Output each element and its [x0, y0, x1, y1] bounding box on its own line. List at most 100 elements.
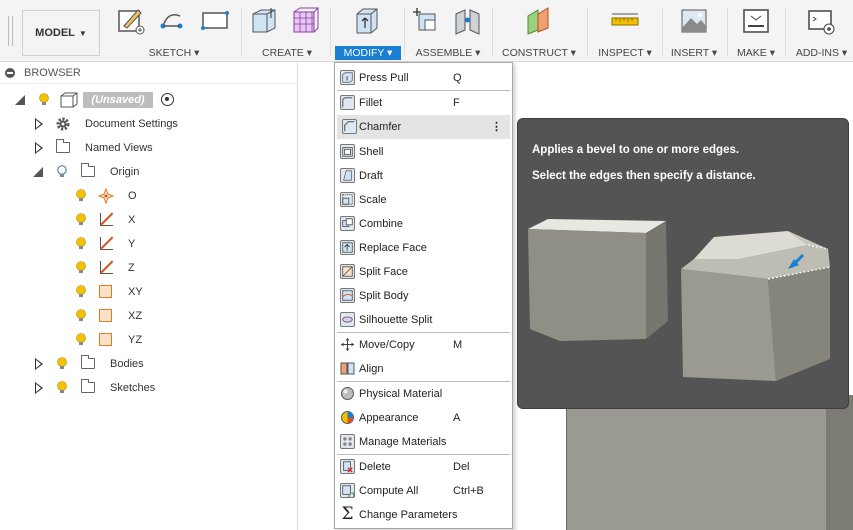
- browser-item-origin-point[interactable]: O: [0, 184, 298, 208]
- toolbar-grip[interactable]: [8, 16, 13, 46]
- browser-item-xz-plane[interactable]: XZ: [0, 304, 298, 328]
- line-icon[interactable]: [158, 6, 188, 36]
- menu-item-label: Align: [359, 363, 384, 375]
- visibility-bulb-icon[interactable]: [76, 309, 86, 322]
- toolbar-group-inspect[interactable]: INSPECT ▾: [592, 0, 658, 62]
- press-pull-icon[interactable]: [353, 6, 383, 36]
- toolbar-divider: [727, 8, 728, 56]
- expand-toggle-icon[interactable]: [35, 358, 43, 370]
- browser-header[interactable]: BROWSER: [0, 62, 297, 84]
- visibility-bulb-icon[interactable]: [57, 357, 67, 370]
- new-component-icon[interactable]: [411, 6, 441, 36]
- browser-item-named-views[interactable]: Named Views: [0, 136, 298, 160]
- expand-toggle-icon[interactable]: [33, 167, 43, 177]
- browser-item-xy-plane[interactable]: XY: [0, 280, 298, 304]
- browser-title: BROWSER: [24, 67, 81, 79]
- menu-item-combine[interactable]: Combine: [335, 212, 512, 236]
- menu-item-split-body[interactable]: Split Body: [335, 284, 512, 308]
- menu-item-align[interactable]: Align: [335, 357, 512, 381]
- toolbar-group-construct[interactable]: CONSTRUCT ▾: [498, 0, 580, 62]
- menu-item-chamfer[interactable]: Chamfer ⋮: [337, 115, 510, 139]
- menu-item-replace-face[interactable]: Replace Face: [335, 236, 512, 260]
- rectangle-icon[interactable]: [200, 6, 230, 36]
- measure-icon[interactable]: [610, 6, 640, 36]
- browser-item-x-axis[interactable]: X: [0, 208, 298, 232]
- menu-item-shell[interactable]: Shell: [335, 140, 512, 164]
- expand-toggle-icon[interactable]: [35, 118, 43, 130]
- visibility-bulb-icon[interactable]: [76, 261, 86, 274]
- menu-item-split-face[interactable]: Split Face: [335, 260, 512, 284]
- menu-item-label: Draft: [359, 170, 383, 182]
- menu-item-draft[interactable]: Draft: [335, 164, 512, 188]
- workspace-switcher[interactable]: MODEL ▼: [22, 10, 100, 56]
- visibility-bulb-icon[interactable]: [76, 237, 86, 250]
- physical-material-icon: [341, 387, 354, 400]
- visibility-bulb-icon[interactable]: [76, 189, 86, 202]
- menu-item-press-pull[interactable]: Press Pull Q: [335, 66, 512, 90]
- browser-item-label: Origin: [110, 166, 140, 178]
- folder-icon: [81, 163, 95, 177]
- split-body-icon: [340, 288, 355, 303]
- browser-item-bodies[interactable]: Bodies: [0, 352, 298, 376]
- visibility-bulb-icon[interactable]: [76, 333, 86, 346]
- menu-item-scale[interactable]: Scale: [335, 188, 512, 212]
- menu-item-label: Split Face: [359, 266, 408, 278]
- more-options-icon[interactable]: ⋮: [491, 115, 502, 139]
- menu-item-physical-material[interactable]: Physical Material: [335, 382, 512, 406]
- browser-item-y-axis[interactable]: Y: [0, 232, 298, 256]
- create-sketch-icon[interactable]: [116, 6, 146, 36]
- visibility-bulb-off-icon[interactable]: [57, 165, 67, 178]
- toolbar-group-sketch[interactable]: SKETCH ▾: [112, 0, 236, 62]
- toolbar-group-create[interactable]: CREATE ▾: [246, 0, 328, 62]
- menu-item-shortcut: A: [453, 412, 461, 424]
- visibility-bulb-icon[interactable]: [39, 93, 49, 106]
- browser-item-document-settings[interactable]: Document Settings: [0, 112, 298, 136]
- menu-item-appearance[interactable]: Appearance A: [335, 406, 512, 430]
- plane-icon: [99, 333, 112, 346]
- browser-item-z-axis[interactable]: Z: [0, 256, 298, 280]
- toolbar-group-create-label: CREATE ▾: [262, 47, 312, 59]
- pattern-icon[interactable]: [290, 6, 320, 36]
- menu-item-change-parameters[interactable]: Σ Change Parameters: [335, 503, 512, 527]
- menu-item-fillet[interactable]: Fillet F: [335, 91, 512, 115]
- toolbar-group-addins-label: ADD-INS ▾: [795, 47, 848, 59]
- toolbar-group-insert[interactable]: INSERT ▾: [666, 0, 722, 62]
- visibility-bulb-icon[interactable]: [57, 381, 67, 394]
- menu-item-delete[interactable]: Delete Del: [335, 455, 512, 479]
- model-body-front-face[interactable]: [566, 395, 826, 530]
- toolbar-group-make[interactable]: MAKE ▾: [731, 0, 781, 62]
- browser-root-row[interactable]: (Unsaved): [0, 88, 298, 112]
- browser-item-label: XY: [128, 286, 143, 298]
- menu-item-silhouette-split[interactable]: Silhouette Split: [335, 308, 512, 332]
- menu-item-manage-materials[interactable]: Manage Materials: [335, 430, 512, 454]
- toolbar-group-assemble[interactable]: ASSEMBLE ▾: [408, 0, 488, 62]
- visibility-bulb-icon[interactable]: [76, 285, 86, 298]
- insert-image-icon[interactable]: [679, 6, 709, 36]
- joint-icon[interactable]: [453, 6, 483, 36]
- browser-item-sketches[interactable]: Sketches: [0, 376, 298, 400]
- scripts-addins-icon[interactable]: [806, 6, 836, 36]
- toolbar-group-modify[interactable]: MODIFY ▾: [335, 0, 401, 62]
- document-name: (Unsaved): [83, 92, 153, 108]
- expand-toggle-icon[interactable]: [35, 382, 43, 394]
- browser-item-yz-plane[interactable]: YZ: [0, 328, 298, 352]
- toolbar-group-addins[interactable]: ADD-INS ▾: [790, 0, 853, 62]
- offset-plane-icon[interactable]: [524, 6, 554, 36]
- menu-item-compute-all[interactable]: Compute All Ctrl+B: [335, 479, 512, 503]
- browser-item-origin[interactable]: Origin: [0, 160, 298, 184]
- draft-icon: [340, 168, 355, 183]
- expand-toggle-icon[interactable]: [15, 95, 25, 105]
- sigma-icon: Σ: [341, 504, 354, 524]
- shell-icon: [340, 144, 355, 159]
- move-icon: [341, 338, 354, 351]
- collapse-icon[interactable]: [5, 68, 15, 78]
- toolbar-divider: [662, 8, 663, 56]
- toolbar-divider: [404, 8, 405, 56]
- 3d-print-icon[interactable]: [741, 6, 771, 36]
- expand-toggle-icon[interactable]: [35, 142, 43, 154]
- model-body-side-face[interactable]: [826, 395, 853, 530]
- extrude-icon[interactable]: [249, 6, 279, 36]
- activate-component-icon[interactable]: [161, 93, 174, 106]
- menu-item-move-copy[interactable]: Move/Copy M: [335, 333, 512, 357]
- visibility-bulb-icon[interactable]: [76, 213, 86, 226]
